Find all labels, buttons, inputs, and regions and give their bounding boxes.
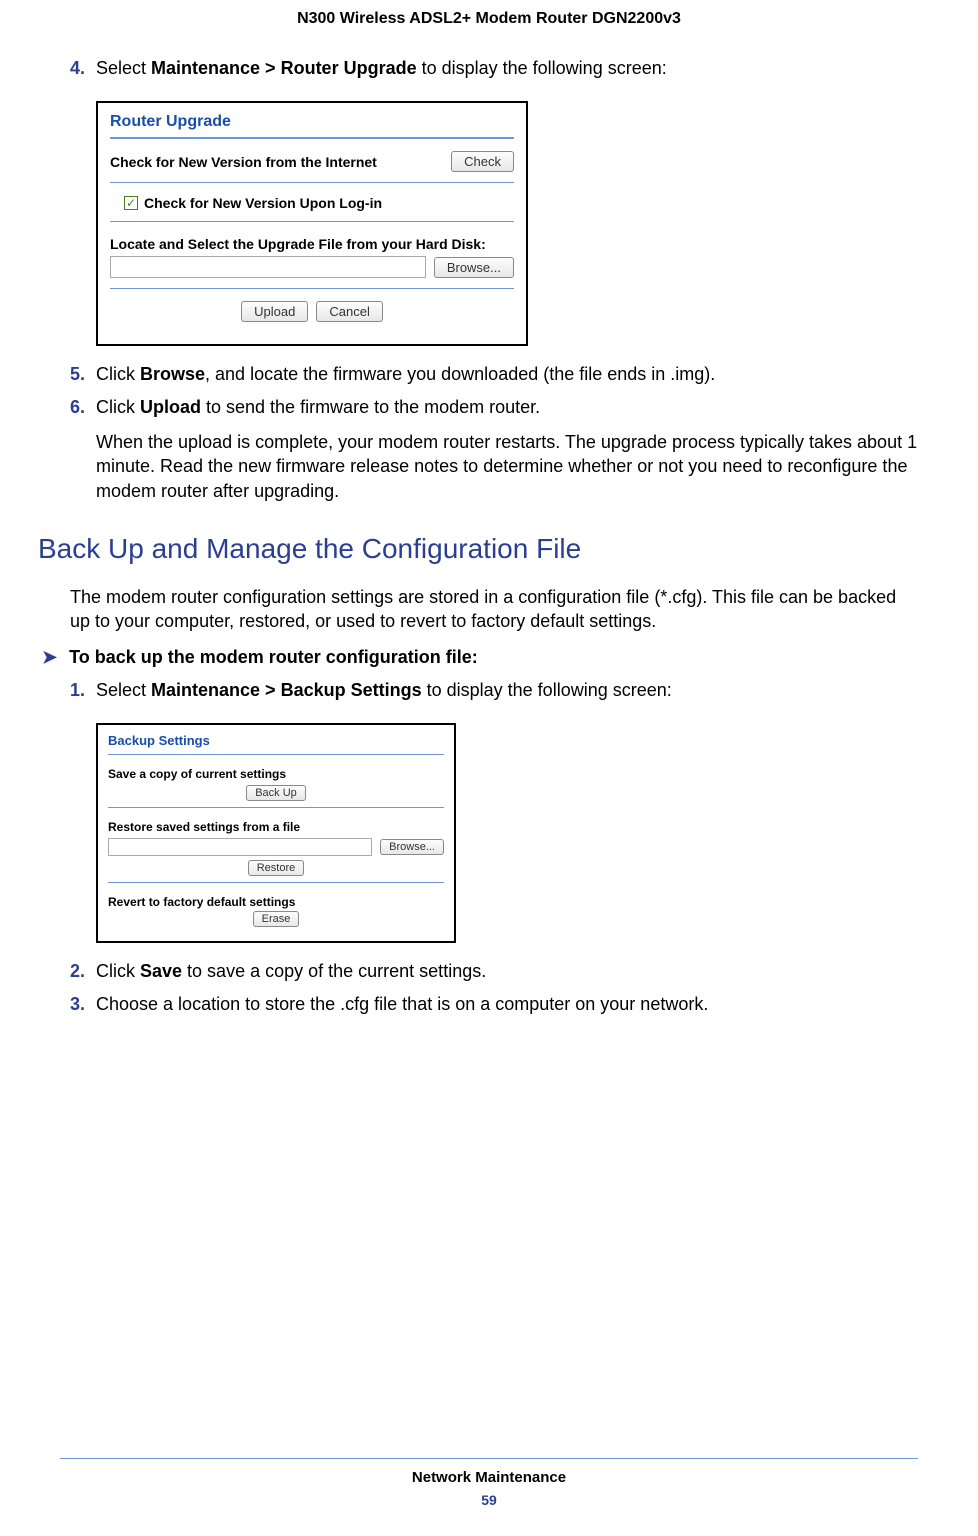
step-number: 3.	[70, 994, 96, 1015]
revert-label: Revert to factory default settings	[108, 895, 444, 909]
step-bold: Upload	[140, 397, 201, 417]
router-upgrade-screenshot: Router Upgrade Check for New Version fro…	[96, 101, 528, 346]
step-b2: 2. Click Save to save a copy of the curr…	[60, 961, 918, 982]
step-number: 6.	[70, 397, 96, 503]
step-4: 4. Select Maintenance > Router Upgrade t…	[60, 58, 918, 79]
step-text-after: to display the following screen:	[422, 680, 672, 700]
section-heading: Back Up and Manage the Configuration Fil…	[38, 533, 918, 565]
upload-button[interactable]: Upload	[241, 301, 308, 322]
step-6: 6. Click Upload to send the firmware to …	[60, 397, 918, 503]
step-text: Choose a location to store the .cfg file…	[96, 994, 708, 1014]
step-number: 2.	[70, 961, 96, 982]
backup-settings-screenshot: Backup Settings Save a copy of current s…	[96, 723, 456, 943]
footer-page-number: 59	[0, 1492, 978, 1508]
locate-label: Locate and Select the Upgrade File from …	[110, 236, 514, 252]
save-copy-label: Save a copy of current settings	[108, 767, 444, 781]
panel-title: Router Upgrade	[110, 113, 514, 131]
check-login-checkbox[interactable]: ✓	[124, 196, 138, 210]
step-bold: Save	[140, 961, 182, 981]
step-text-after: , and locate the firmware you downloaded…	[205, 364, 715, 384]
footer-section: Network Maintenance	[0, 1469, 978, 1486]
step-number: 5.	[70, 364, 96, 385]
step-text-after: to display the following screen:	[417, 58, 667, 78]
section-intro: The modem router configuration settings …	[60, 585, 918, 634]
browse-button[interactable]: Browse...	[380, 839, 444, 855]
step-bold: Maintenance > Backup Settings	[151, 680, 422, 700]
browse-button[interactable]: Browse...	[434, 257, 514, 278]
document-header: N300 Wireless ADSL2+ Modem Router DGN220…	[60, 10, 918, 58]
step-text: Click	[96, 364, 140, 384]
chevron-right-icon: ➤	[42, 647, 57, 668]
task-text: To back up the modem router configuratio…	[69, 647, 478, 668]
check-version-label: Check for New Version from the Internet	[110, 154, 443, 170]
step-b3: 3. Choose a location to store the .cfg f…	[60, 994, 918, 1015]
check-button[interactable]: Check	[451, 151, 514, 172]
restore-button[interactable]: Restore	[248, 860, 305, 876]
step-text: Click	[96, 397, 140, 417]
panel-title: Backup Settings	[108, 733, 444, 748]
restore-label: Restore saved settings from a file	[108, 820, 444, 834]
step-text: Select	[96, 58, 151, 78]
restore-file-input[interactable]	[108, 838, 372, 856]
erase-button[interactable]: Erase	[253, 911, 300, 927]
step-number: 4.	[70, 58, 96, 79]
task-heading: ➤ To back up the modem router configurat…	[42, 647, 918, 668]
check-login-label: Check for New Version Upon Log-in	[144, 195, 382, 211]
step-bold: Browse	[140, 364, 205, 384]
step-paragraph: When the upload is complete, your modem …	[96, 430, 918, 503]
backup-button[interactable]: Back Up	[246, 785, 306, 801]
cancel-button[interactable]: Cancel	[316, 301, 382, 322]
step-text-after: to send the firmware to the modem router…	[201, 397, 540, 417]
step-bold: Maintenance > Router Upgrade	[151, 58, 417, 78]
step-text: Click	[96, 961, 140, 981]
step-text: Select	[96, 680, 151, 700]
step-text-after: to save a copy of the current settings.	[182, 961, 486, 981]
step-b1: 1. Select Maintenance > Backup Settings …	[60, 680, 918, 701]
upgrade-file-input[interactable]	[110, 256, 426, 278]
step-5: 5. Click Browse, and locate the firmware…	[60, 364, 918, 385]
step-number: 1.	[70, 680, 96, 701]
page-footer: Network Maintenance 59	[0, 1458, 978, 1508]
